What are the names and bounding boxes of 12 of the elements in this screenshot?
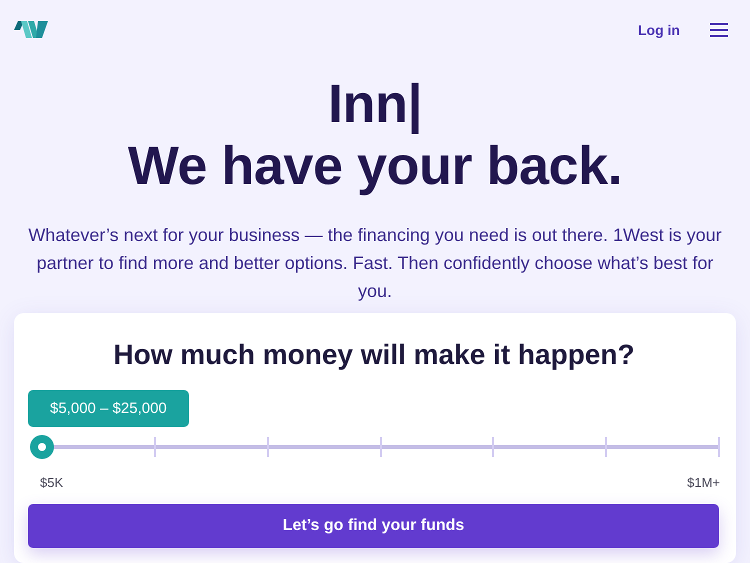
menu-icon[interactable] [710, 23, 728, 38]
slider-thumb[interactable] [30, 434, 54, 459]
card-title: How much money will make it happen? [112, 338, 636, 371]
min-label: $5K [40, 474, 64, 490]
logo-icon[interactable] [14, 21, 48, 40]
max-label: $1M+ [687, 474, 720, 490]
range-tooltip: $5,000 – $25,000 [28, 390, 189, 427]
headline: We have your back. [128, 134, 622, 197]
find-funds-button[interactable]: Let’s go find your funds [28, 504, 719, 548]
login-link[interactable]: Log in [638, 22, 680, 38]
hero-description: Whatever’s next for your business — the financing you need is out there. 1West is your partner to find more and better options. Fast. Then confidently choose what’s best for you. [27, 224, 723, 303]
typed-heading: Inn| [328, 72, 422, 135]
